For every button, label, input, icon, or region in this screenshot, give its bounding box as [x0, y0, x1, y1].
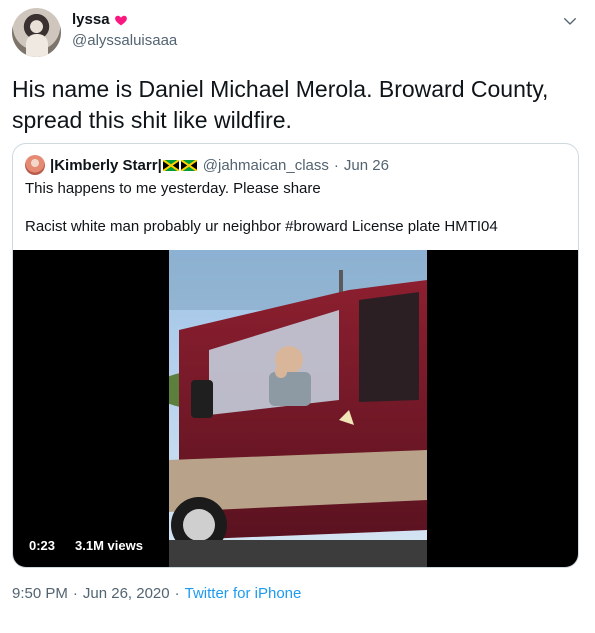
display-name[interactable]: lyssa: [72, 11, 110, 28]
quoted-tweet[interactable]: |Kimberly Starr| @jahmaican_class · Jun …: [12, 143, 579, 568]
video-frame: [169, 250, 427, 567]
tweet-source-link[interactable]: Twitter for iPhone: [185, 585, 302, 602]
quoted-avatar[interactable]: [25, 155, 45, 175]
avatar[interactable]: [12, 8, 61, 57]
author-name-row: lyssa: [72, 11, 128, 28]
quoted-display-name[interactable]: |Kimberly Starr|: [50, 157, 198, 174]
quoted-text-line-2: Racist white man probably ur neighbor #b…: [25, 218, 498, 235]
quoted-text-line-1: This happens to me yesterday. Please sha…: [25, 180, 321, 197]
video-duration: 0:23: [23, 534, 62, 557]
jamaica-flag-icon: [180, 159, 197, 171]
author-handle[interactable]: @alyssaluisaaa: [72, 32, 177, 49]
video-badges: 0:23 3.1M views: [23, 534, 149, 557]
separator-dot: ·: [174, 585, 180, 602]
heart-icon: [114, 15, 127, 25]
video-player[interactable]: 0:23 3.1M views: [13, 250, 578, 567]
tweet-text: His name is Daniel Michael Merola. Browa…: [12, 76, 549, 133]
chevron-down-icon[interactable]: [561, 12, 579, 30]
separator-dot: ·: [333, 156, 339, 174]
quoted-date[interactable]: Jun 26: [344, 157, 389, 174]
quoted-handle[interactable]: @jahmaican_class: [203, 157, 329, 174]
quoted-tweet-header: |Kimberly Starr| @jahmaican_class · Jun …: [25, 155, 389, 175]
jamaica-flag-icon: [162, 159, 179, 171]
tweet-footer: 9:50 PM · Jun 26, 2020 · Twitter for iPh…: [12, 585, 301, 602]
separator-dot: ·: [72, 585, 78, 602]
tweet-date[interactable]: Jun 26, 2020: [83, 585, 170, 602]
quoted-display-name-text: |Kimberly Starr|: [50, 156, 162, 174]
video-views: 3.1M views: [69, 534, 149, 557]
tweet-time[interactable]: 9:50 PM: [12, 585, 68, 602]
